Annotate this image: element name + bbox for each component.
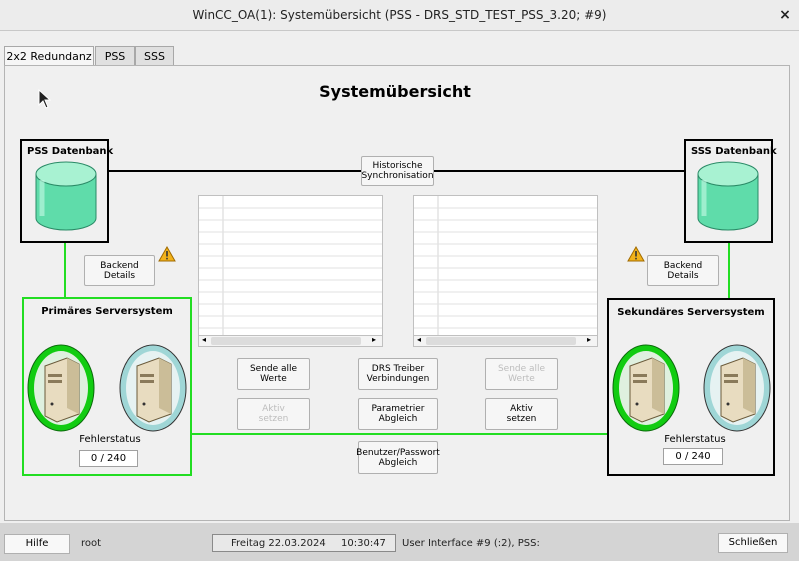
primary-server-title: Primäres Serversystem [41, 306, 173, 317]
sss-db-link [728, 242, 730, 298]
table-grid [199, 196, 382, 336]
drs-treiber-verbindungen-button[interactable]: DRS Treiber Verbindungen [358, 358, 438, 390]
server-icon[interactable] [612, 344, 680, 432]
tab-pss[interactable]: PSS [95, 46, 135, 65]
warning-icon [627, 246, 645, 262]
server-icon[interactable] [703, 344, 771, 432]
server-icon[interactable] [27, 344, 95, 432]
pss-data-table[interactable]: ◂ ▸ [198, 195, 383, 347]
scroll-left-icon[interactable]: ◂ [417, 335, 421, 344]
primary-fehlerstatus-label: Fehlerstatus [79, 434, 141, 445]
horizontal-scrollbar[interactable]: ◂ ▸ [199, 335, 382, 346]
database-icon[interactable] [696, 160, 760, 232]
close-button[interactable]: × [774, 4, 796, 26]
sss-data-table[interactable]: ◂ ▸ [413, 195, 598, 347]
benutzer-passwort-abgleich-button[interactable]: Benutzer/Passwort Abgleich [356, 441, 440, 474]
primary-fehlerstatus-value: 0 / 240 [79, 450, 138, 467]
horizontal-scrollbar[interactable]: ◂ ▸ [414, 335, 597, 346]
aktiv-setzen-right-button[interactable]: Aktiv setzen [485, 398, 558, 430]
ui-info-text: User Interface #9 (:2), PSS: [402, 538, 540, 549]
status-bar [0, 523, 799, 561]
server-link-line [190, 433, 607, 435]
time-text: 10:30:47 [341, 538, 386, 549]
scroll-right-icon[interactable]: ▸ [587, 335, 591, 344]
scroll-right-icon[interactable]: ▸ [372, 335, 376, 344]
hilfe-button[interactable]: Hilfe [4, 534, 70, 554]
warning-icon [158, 246, 176, 262]
backend-details-right-button[interactable]: Backend Details [647, 255, 719, 286]
backend-details-left-button[interactable]: Backend Details [84, 255, 155, 286]
sss-database-title: SSS Datenbank [691, 146, 777, 157]
scroll-thumb[interactable] [211, 337, 361, 345]
sende-alle-werte-left-button[interactable]: Sende alle Werte [237, 358, 310, 390]
date-text: Freitag 22.03.2024 [231, 538, 326, 549]
table-grid [414, 196, 597, 336]
mouse-cursor-icon [38, 89, 52, 109]
database-icon[interactable] [34, 160, 98, 232]
aktiv-setzen-left-button[interactable]: Aktiv setzen [237, 398, 310, 430]
sende-alle-werte-right-button[interactable]: Sende alle Werte [485, 358, 558, 390]
tab-2x2-redundanz[interactable]: 2x2 Redundanz [4, 46, 94, 66]
pss-database-title: PSS Datenbank [27, 146, 114, 157]
scroll-left-icon[interactable]: ◂ [202, 335, 206, 344]
user-name: root [81, 538, 102, 549]
page-title: Systemübersicht [319, 82, 471, 101]
secondary-server-title: Sekundäres Serversystem [617, 307, 765, 318]
secondary-fehlerstatus-value: 0 / 240 [663, 448, 723, 465]
server-icon[interactable] [119, 344, 187, 432]
pss-db-link [64, 242, 66, 298]
scroll-thumb[interactable] [426, 337, 576, 345]
parametrier-abgleich-button[interactable]: Parametrier Abgleich [358, 398, 438, 430]
schliessen-button[interactable]: Schließen [718, 533, 788, 553]
tab-sss[interactable]: SSS [135, 46, 174, 65]
historische-sync-button[interactable]: Historische Synchronisation [361, 156, 434, 186]
window-title: WinCC_OA(1): Systemübersicht (PSS - DRS_… [192, 8, 607, 22]
secondary-fehlerstatus-label: Fehlerstatus [664, 434, 726, 445]
